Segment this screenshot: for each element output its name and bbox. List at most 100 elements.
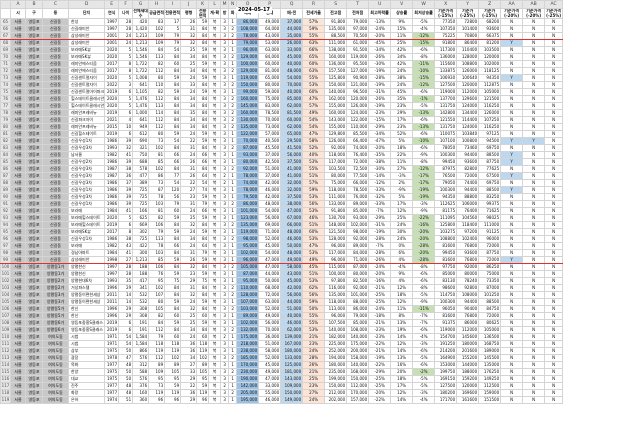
table-cell[interactable]: 52,000 xyxy=(258,305,282,313)
table-cell[interactable]: 복 xyxy=(208,158,222,166)
table-cell[interactable]: 영등포 xyxy=(25,326,43,334)
table-cell[interactable]: 1 xyxy=(228,193,238,201)
row-number[interactable]: 80 xyxy=(0,123,11,131)
table-cell[interactable]: N xyxy=(500,347,524,355)
table-cell[interactable]: 230,000 xyxy=(236,368,260,376)
table-cell[interactable]: -31% xyxy=(368,88,392,96)
table-cell[interactable]: 5 xyxy=(118,46,134,54)
table-cell[interactable]: 1 xyxy=(228,319,238,327)
table-cell[interactable]: 25% xyxy=(302,375,326,383)
table-cell[interactable]: 여의도동 xyxy=(42,340,69,348)
table-cell[interactable]: N xyxy=(500,109,524,117)
table-cell[interactable]: 영등포 xyxy=(25,207,43,215)
table-cell[interactable]: 51% xyxy=(302,270,326,278)
table-cell[interactable]: 영등포 xyxy=(25,228,43,236)
table-cell[interactable]: -7% xyxy=(368,207,392,215)
table-cell[interactable]: 광장 xyxy=(67,354,106,362)
table-cell[interactable]: -13% xyxy=(412,123,436,131)
table-cell[interactable]: 40% xyxy=(302,151,326,159)
table-cell[interactable]: N xyxy=(500,193,524,201)
table-cell[interactable]: N xyxy=(500,333,524,341)
table-cell[interactable]: 서울 xyxy=(10,53,26,61)
table-cell[interactable]: 42,000 xyxy=(258,179,282,187)
table-cell[interactable]: 복 xyxy=(208,228,222,236)
table-cell[interactable]: 105000 xyxy=(478,88,502,96)
table-cell[interactable]: 1 xyxy=(228,74,238,82)
table-cell[interactable]: N xyxy=(500,81,524,89)
table-cell[interactable]: 389 xyxy=(132,179,150,187)
table-cell[interactable]: 79050 xyxy=(434,179,458,187)
row-number[interactable]: 111 xyxy=(0,340,11,348)
table-cell[interactable]: 160,000 xyxy=(324,109,348,117)
table-cell[interactable]: 화랑 xyxy=(67,389,106,397)
table-cell[interactable]: 73,000 xyxy=(258,123,282,131)
table-cell[interactable]: N xyxy=(500,298,524,306)
table-cell[interactable]: 79,000 xyxy=(346,312,370,320)
table-cell[interactable]: 영등포 xyxy=(25,81,43,89)
table-cell[interactable]: 14% xyxy=(390,333,414,341)
table-cell[interactable]: N xyxy=(500,221,524,229)
table-cell[interactable]: 50,000 xyxy=(280,242,304,250)
table-cell[interactable]: 3 xyxy=(220,116,230,124)
table-cell[interactable]: N xyxy=(544,375,564,383)
table-cell[interactable]: 95,000 xyxy=(236,277,260,285)
table-cell[interactable]: 302 xyxy=(132,228,150,236)
table-cell[interactable]: 94500 xyxy=(478,137,502,145)
table-cell[interactable]: 55% xyxy=(302,319,326,327)
table-cell[interactable]: 76,400 xyxy=(346,151,370,159)
table-cell[interactable]: 84 xyxy=(196,109,210,117)
table-cell[interactable]: 2% xyxy=(390,179,414,187)
table-cell[interactable]: 48,000 xyxy=(280,67,304,75)
table-cell[interactable]: 49,000 xyxy=(258,312,282,320)
table-cell[interactable]: 8 xyxy=(118,228,134,236)
row-number[interactable]: 75 xyxy=(0,88,11,96)
table-cell[interactable]: N xyxy=(522,382,546,390)
table-cell[interactable]: -20% xyxy=(368,32,392,40)
table-cell[interactable]: 92,000 xyxy=(324,144,348,152)
table-cell[interactable]: 1996 xyxy=(104,284,120,292)
table-cell[interactable]: 124,000 xyxy=(346,109,370,117)
table-cell[interactable]: 131750 xyxy=(434,102,458,110)
table-cell[interactable]: N xyxy=(522,214,546,222)
table-cell[interactable]: 복 xyxy=(208,312,222,320)
table-cell[interactable]: 2 xyxy=(220,179,230,187)
table-cell[interactable]: 104560 xyxy=(456,214,480,222)
table-cell[interactable]: 118125 xyxy=(478,67,502,75)
table-cell[interactable]: 26 xyxy=(180,18,198,26)
table-cell[interactable]: 27% xyxy=(390,165,414,173)
table-cell[interactable]: 49,000 xyxy=(258,368,282,376)
table-cell[interactable]: 서울 xyxy=(10,389,26,397)
table-cell[interactable]: 복 xyxy=(208,102,222,110)
table-cell[interactable]: 576 xyxy=(132,354,150,362)
table-cell[interactable]: 750 xyxy=(132,151,150,159)
table-cell[interactable]: 68,000 xyxy=(258,284,282,292)
table-cell[interactable]: 51% xyxy=(302,172,326,180)
table-cell[interactable]: -5% xyxy=(412,375,436,383)
table-cell[interactable]: 80,000 xyxy=(346,270,370,278)
table-cell[interactable]: 서울 xyxy=(10,39,26,47)
table-cell[interactable]: 영등포 xyxy=(25,18,43,26)
table-cell[interactable]: -28% xyxy=(368,235,392,243)
table-cell[interactable]: 1 xyxy=(228,46,238,54)
table-cell[interactable]: 54% xyxy=(302,116,326,124)
table-cell[interactable]: 96,000 xyxy=(324,312,348,320)
table-cell[interactable]: 33 xyxy=(180,81,198,89)
table-cell[interactable]: 59 xyxy=(196,88,210,96)
table-cell[interactable]: 95,000 xyxy=(236,242,260,250)
table-cell[interactable]: 44,000 xyxy=(280,25,304,33)
table-row[interactable]: 89 서울 영등포 신길동 신길우성1차 1986 39 725 87 120 27 74 복 3 1 78,… xyxy=(0,186,564,194)
table-cell[interactable]: N xyxy=(544,333,564,341)
table-cell[interactable]: 2020 xyxy=(104,95,120,103)
table-cell[interactable]: 67500 xyxy=(478,172,502,180)
table-cell[interactable]: 2 xyxy=(228,221,238,229)
table-cell[interactable]: 218,000 xyxy=(236,340,260,348)
table-cell[interactable]: 1 xyxy=(228,207,238,215)
table-cell[interactable]: 영등포 xyxy=(25,74,43,82)
table-cell[interactable]: 84 xyxy=(164,67,182,75)
table-cell[interactable]: 70,500 xyxy=(346,32,370,40)
table-cell[interactable]: 53% xyxy=(302,235,326,243)
table-row[interactable]: 105 서울 영등포 양평동3가 양평동이편한세상 2011 14 532 80 59 24 59 복 3… xyxy=(0,298,564,306)
table-cell[interactable]: 59 xyxy=(196,74,210,82)
table-cell[interactable]: 59 xyxy=(196,270,210,278)
table-cell[interactable]: 14% xyxy=(390,396,414,404)
